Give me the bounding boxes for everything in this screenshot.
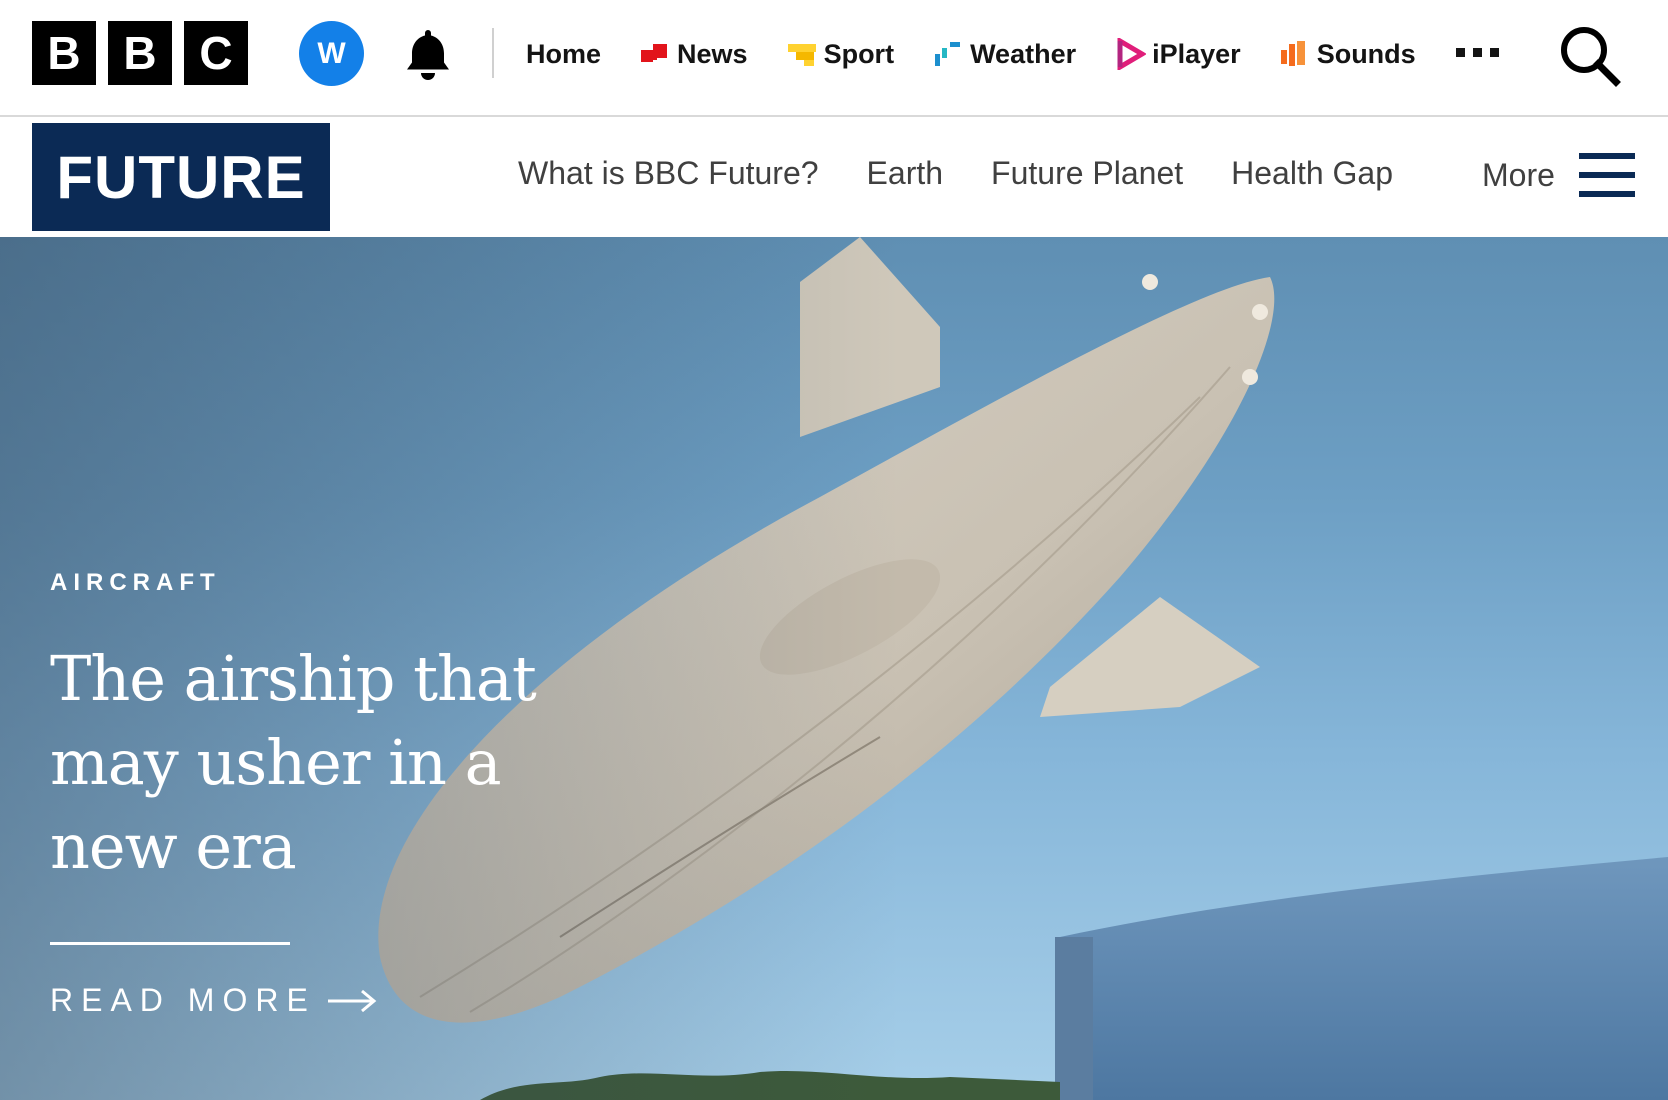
- nav-home-label: Home: [526, 38, 602, 69]
- future-logo[interactable]: FUTURE: [32, 123, 330, 231]
- section-nav-health-gap[interactable]: Health Gap: [1231, 155, 1393, 192]
- headline-rule: [50, 942, 290, 945]
- global-nav: Home News Sport Weather iPlayer Sounds: [526, 30, 1454, 78]
- sounds-icon: [1280, 41, 1305, 66]
- sport-icon: [787, 44, 816, 66]
- nav-iplayer-label: iPlayer: [1152, 38, 1241, 69]
- story-category[interactable]: AIRCRAFT: [50, 569, 221, 597]
- nav-sounds[interactable]: Sounds: [1279, 30, 1416, 78]
- arrow-right-icon: [327, 989, 377, 1012]
- read-more-link[interactable]: READ MORE: [50, 982, 378, 1019]
- nav-weather-label: Weather: [970, 38, 1077, 69]
- bbc-logo-letter: B: [108, 21, 172, 85]
- nav-news[interactable]: News: [639, 30, 748, 78]
- nav-sport[interactable]: Sport: [786, 30, 895, 78]
- notifications-bell-icon[interactable]: [398, 24, 458, 84]
- story-headline[interactable]: The airship that may usher in a new era: [50, 637, 570, 889]
- bbc-logo-letter: B: [32, 21, 96, 85]
- more-dots-icon[interactable]: [1456, 48, 1499, 57]
- global-header: B B C W Home News Sport Weather iPlayer …: [0, 0, 1668, 117]
- nav-weather[interactable]: Weather: [932, 30, 1076, 78]
- section-header: FUTURE What is BBC Future? Earth Future …: [0, 119, 1668, 237]
- section-nav-what-is-bbc-future[interactable]: What is BBC Future?: [518, 155, 819, 192]
- section-nav: What is BBC Future? Earth Future Planet …: [518, 155, 1441, 192]
- account-avatar-button[interactable]: W: [299, 21, 364, 86]
- hamburger-icon: [1578, 153, 1635, 197]
- section-nav-earth[interactable]: Earth: [867, 155, 943, 192]
- search-icon[interactable]: [1556, 22, 1622, 88]
- nav-news-label: News: [677, 38, 748, 69]
- more-menu-label: More: [1482, 156, 1555, 193]
- header-divider: [492, 28, 494, 78]
- nav-home[interactable]: Home: [526, 30, 601, 78]
- weather-icon: [935, 42, 961, 66]
- nav-iplayer[interactable]: iPlayer: [1114, 30, 1241, 78]
- bbc-logo-letter: C: [184, 21, 248, 85]
- nav-sport-label: Sport: [823, 38, 895, 69]
- read-more-label: READ MORE: [50, 982, 316, 1018]
- nav-sounds-label: Sounds: [1316, 38, 1416, 69]
- account-initial: W: [317, 36, 346, 70]
- hero-text-block: AIRCRAFT The airship that may usher in a…: [50, 237, 610, 1100]
- hero-story[interactable]: AIRCRAFT The airship that may usher in a…: [0, 237, 1668, 1100]
- section-title: FUTURE: [56, 143, 306, 211]
- iplayer-icon: [1117, 38, 1147, 70]
- news-icon: [641, 44, 668, 62]
- bbc-logo[interactable]: B B C: [32, 21, 248, 85]
- more-menu-button[interactable]: More: [1482, 153, 1635, 197]
- section-nav-future-planet[interactable]: Future Planet: [991, 155, 1183, 192]
